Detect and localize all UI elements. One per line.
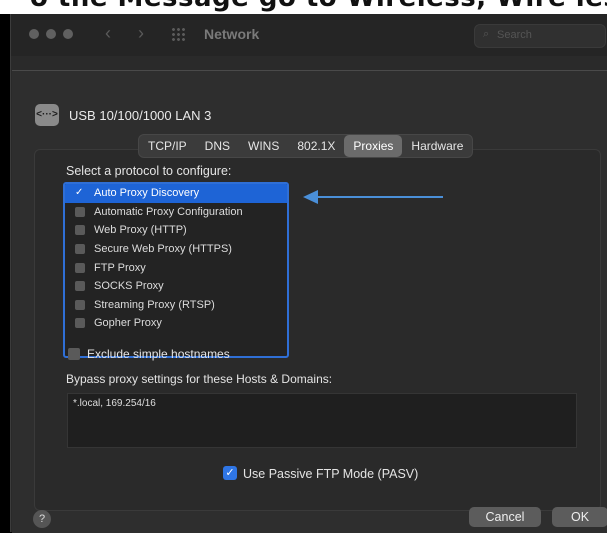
tab-8021x[interactable]: 802.1X: [288, 135, 344, 157]
protocol-checkbox[interactable]: [75, 206, 85, 217]
ok-button[interactable]: OK: [552, 507, 607, 527]
protocol-label: Gopher Proxy: [94, 317, 162, 330]
protocol-checkbox[interactable]: [75, 299, 85, 310]
tab-dns[interactable]: DNS: [196, 135, 239, 157]
protocol-row-socks-proxy[interactable]: SOCKS Proxy: [65, 277, 287, 296]
tab-wins[interactable]: WINS: [239, 135, 288, 157]
protocol-row-secure-web-proxy[interactable]: Secure Web Proxy (HTTPS): [65, 240, 287, 259]
protocol-checkbox[interactable]: [75, 281, 85, 292]
protocol-label: Streaming Proxy (RTSP): [94, 298, 215, 311]
tab-tcpip[interactable]: TCP/IP: [139, 135, 196, 157]
protocol-checkbox[interactable]: ✓: [75, 188, 85, 198]
bypass-hosts-field[interactable]: *.local, 169.254/16: [67, 393, 577, 448]
forward-arrow-icon[interactable]: ›: [138, 23, 144, 44]
protocol-row-auto-proxy-discovery[interactable]: ✓ Auto Proxy Discovery: [65, 184, 287, 203]
bypass-label: Bypass proxy settings for these Hosts & …: [66, 372, 333, 386]
annotation-arrow-line: [316, 196, 443, 198]
tab-proxies[interactable]: Proxies: [344, 135, 403, 157]
protocol-checkbox[interactable]: [75, 225, 85, 236]
protocol-checkbox[interactable]: [75, 244, 85, 255]
instruction-banner: o the Message go to Wireless, Wire less: [0, 0, 607, 14]
ethernet-icon: <···>: [35, 104, 59, 126]
zoom-window-button[interactable]: [63, 29, 73, 39]
check-icon: ✓: [75, 187, 84, 199]
search-placeholder: Search: [497, 29, 532, 41]
protocol-label: Auto Proxy Discovery: [94, 187, 200, 200]
protocol-label: Automatic Proxy Configuration: [94, 205, 243, 218]
search-input[interactable]: ⌕ Search: [474, 24, 606, 48]
protocol-row-web-proxy[interactable]: Web Proxy (HTTP): [65, 221, 287, 240]
protocol-row-gopher-proxy[interactable]: Gopher Proxy: [65, 314, 287, 333]
tab-hardware[interactable]: Hardware: [402, 135, 472, 157]
protocol-row-streaming-proxy[interactable]: Streaming Proxy (RTSP): [65, 296, 287, 315]
show-all-grid-icon[interactable]: [171, 27, 185, 41]
protocol-list[interactable]: ✓ Auto Proxy Discovery Automatic Proxy C…: [63, 182, 289, 358]
close-window-button[interactable]: [29, 29, 39, 39]
help-icon[interactable]: ?: [33, 510, 51, 528]
protocol-label: Secure Web Proxy (HTTPS): [94, 243, 232, 256]
tab-bar: TCP/IP DNS WINS 802.1X Proxies Hardware: [138, 134, 474, 158]
protocol-checkbox[interactable]: [75, 318, 85, 329]
minimize-window-button[interactable]: [46, 29, 56, 39]
search-icon: ⌕: [483, 28, 490, 40]
banner-text: o the Message go to Wireless, Wire less: [30, 0, 607, 13]
window-title: Network: [204, 26, 260, 42]
protocol-label: FTP Proxy: [94, 261, 146, 274]
title-bar: ‹ › Network ⌕ Search: [11, 14, 607, 56]
pasv-label: Use Passive FTP Mode (PASV): [243, 467, 419, 481]
interface-name: USB 10/100/1000 LAN 3: [69, 108, 212, 123]
protocol-row-automatic-proxy-configuration[interactable]: Automatic Proxy Configuration: [65, 203, 287, 222]
exclude-hostnames-label: Exclude simple hostnames: [87, 347, 230, 361]
exclude-hostnames-checkbox[interactable]: [68, 348, 80, 360]
back-arrow-icon[interactable]: ‹: [105, 23, 111, 44]
check-icon: ✓: [225, 467, 235, 479]
protocol-label: Web Proxy (HTTP): [94, 224, 187, 237]
protocol-label: SOCKS Proxy: [94, 280, 164, 293]
protocol-prompt: Select a protocol to configure:: [66, 164, 232, 178]
pasv-checkbox[interactable]: ✓: [223, 466, 237, 480]
protocol-checkbox[interactable]: [75, 262, 85, 273]
cancel-button[interactable]: Cancel: [469, 507, 541, 527]
network-window: ‹ › Network ⌕ Search <···> USB 10/100/10…: [10, 14, 607, 533]
protocol-row-ftp-proxy[interactable]: FTP Proxy: [65, 258, 287, 277]
